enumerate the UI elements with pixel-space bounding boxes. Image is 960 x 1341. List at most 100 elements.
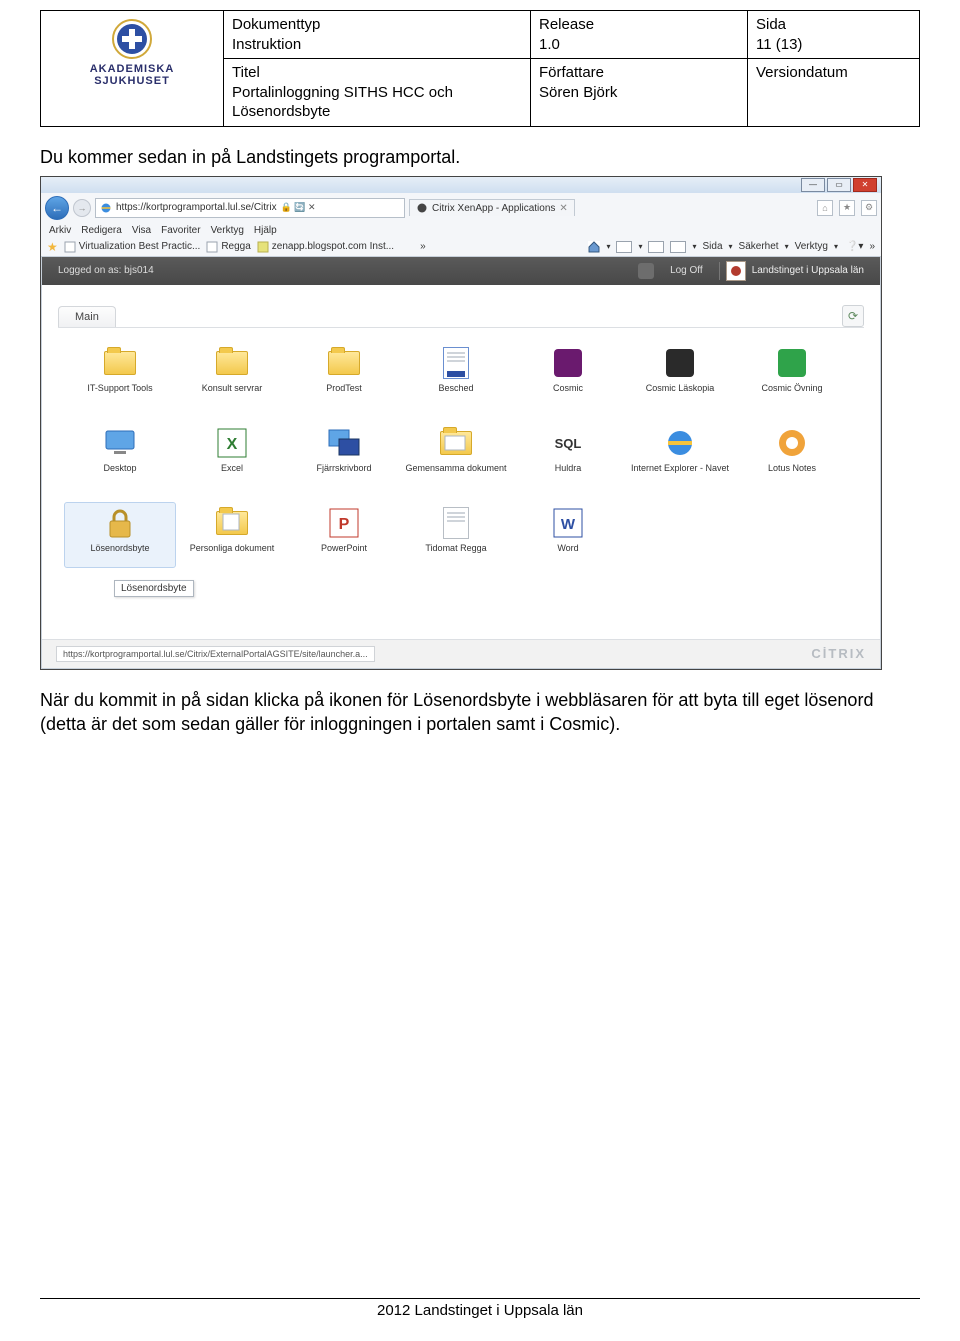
menu-favoriter[interactable]: Favoriter — [161, 225, 200, 236]
add-favorite-icon[interactable]: ★ — [47, 240, 58, 254]
menu-verktyg[interactable]: Verktyg — [211, 225, 244, 236]
app-internet-explorer-navet[interactable]: Internet Explorer - Navet — [624, 422, 736, 488]
app-label: Fjärrskrivbord — [316, 463, 371, 483]
browser-tab[interactable]: Citrix XenApp - Applications ✕ — [409, 199, 575, 216]
address-bar[interactable]: https://kortprogramportal.lul.se/Citrix … — [95, 198, 405, 218]
app-konsult-servrar[interactable]: Konsult servrar — [176, 342, 288, 408]
tools-icon[interactable]: ⚙ — [861, 200, 877, 216]
app-cosmic-l-skopia[interactable]: Cosmic Läskopia — [624, 342, 736, 408]
cosmic-dark-icon — [664, 347, 696, 379]
menu-visa[interactable]: Visa — [132, 225, 151, 236]
favorites-icon[interactable]: ★ — [839, 200, 855, 216]
app-desktop[interactable]: Desktop — [64, 422, 176, 488]
titel-cell: Titel Portalinloggning SITHS HCC och Lös… — [224, 59, 531, 127]
app-label: Word — [557, 543, 578, 563]
forfattare-cell: Författare Sören Björk — [531, 59, 748, 127]
folder-icon — [328, 347, 360, 379]
intro-paragraph: Du kommer sedan in på Landstingets progr… — [40, 147, 920, 168]
address-suffix-icons: 🔒 🔄 ✕ — [281, 202, 316, 213]
tool-sakerhet[interactable]: Säkerhet — [739, 241, 779, 252]
status-url: https://kortprogramportal.lul.se/Citrix/… — [56, 646, 375, 662]
app-label: Cosmic — [553, 383, 583, 403]
fav-item-3[interactable]: zenapp.blogspot.com Inst... — [257, 241, 394, 253]
rdp-icon — [328, 427, 360, 459]
window-close-button[interactable]: ✕ — [853, 178, 877, 192]
app-label: ProdTest — [326, 383, 362, 403]
app-besched[interactable]: Besched — [400, 342, 512, 408]
ie-icon — [664, 427, 696, 459]
logged-user: bjs014 — [124, 265, 153, 276]
versiondatum-label: Versiondatum — [756, 64, 848, 81]
app-grid: IT-Support ToolsKonsult servrar ProdTest B… — [58, 328, 864, 582]
fav-item-2[interactable]: Regga — [206, 241, 250, 253]
mail-icon[interactable] — [648, 241, 664, 253]
fav-item-label: zenapp.blogspot.com Inst... — [272, 241, 394, 252]
nav-forward-button[interactable]: → — [73, 199, 91, 217]
dokumenttyp-cell: Dokumenttyp Instruktion — [224, 11, 531, 59]
svg-text:SQL: SQL — [555, 436, 582, 451]
feeds-icon[interactable] — [616, 241, 632, 253]
sida-label: Sida — [756, 16, 786, 33]
app-l-senordsbyte[interactable]: Lösenordsbyte — [64, 502, 176, 568]
tab-main[interactable]: Main — [58, 306, 116, 327]
browser-tab-title: Citrix XenApp - Applications — [432, 203, 555, 214]
fav-item-1[interactable]: Virtualization Best Practic... — [64, 241, 201, 253]
portal-brand: Landstinget i Uppsala län — [726, 261, 864, 281]
app-excel[interactable]: XExcel — [176, 422, 288, 488]
footer-text: 2012 Landstinget i Uppsala län — [40, 1302, 920, 1319]
fav-item-label: Virtualization Best Practic... — [79, 241, 201, 252]
hospital-logo-icon — [112, 19, 152, 59]
app-tidomat-regga[interactable]: Tidomat Regga — [400, 502, 512, 568]
home-icon[interactable]: ⌂ — [817, 200, 833, 216]
app-label: PowerPoint — [321, 543, 367, 563]
refresh-button[interactable]: ⟳ — [842, 305, 864, 327]
dokumenttyp-label: Dokumenttyp — [232, 16, 320, 33]
menu-hjalp[interactable]: Hjälp — [254, 225, 277, 236]
print-icon[interactable] — [670, 241, 686, 253]
citrix-logo: CİTRIX — [811, 646, 866, 661]
app-word[interactable]: W Word — [512, 502, 624, 568]
logo-cell: AKADEMISKA SJUKHUSET — [41, 11, 224, 127]
tool-sida[interactable]: Sida — [703, 241, 723, 252]
app-personliga-dokument[interactable]: Personliga dokument — [176, 502, 288, 568]
docs-icon — [440, 427, 472, 459]
logoff-link[interactable]: Log Off — [660, 265, 713, 276]
portal-topbar: Logged on as: bjs014 Log Off Landstinget… — [42, 257, 880, 285]
menu-arkiv[interactable]: Arkiv — [49, 225, 71, 236]
doc-header-table: AKADEMISKA SJUKHUSET Dokumenttyp Instruk… — [40, 10, 920, 127]
app-prodtest[interactable]: ProdTest — [288, 342, 400, 408]
svg-text:W: W — [561, 516, 576, 533]
tool-verktyg[interactable]: Verktyg — [795, 241, 828, 252]
ppt-icon: P — [328, 507, 360, 539]
besched-icon — [440, 347, 472, 379]
window-maximize-button[interactable]: ▭ — [827, 178, 851, 192]
app-lotus-notes[interactable]: Lotus Notes — [736, 422, 848, 488]
titel-value: Portalinloggning SITHS HCC och Lösenords… — [232, 84, 453, 121]
lock-icon — [104, 507, 136, 539]
app-label: Gemensamma dokument — [405, 463, 506, 483]
folder-icon — [104, 347, 136, 379]
app-label: Personliga dokument — [190, 543, 275, 563]
nav-back-button[interactable]: ← — [45, 196, 69, 220]
app-powerpoint[interactable]: P PowerPoint — [288, 502, 400, 568]
release-label: Release — [539, 16, 594, 33]
user-avatar-icon — [638, 263, 654, 279]
app-label: Cosmic Läskopia — [646, 383, 715, 403]
menu-redigera[interactable]: Redigera — [81, 225, 122, 236]
home-icon[interactable] — [588, 241, 600, 253]
app-huldra[interactable]: SQLHuldra — [512, 422, 624, 488]
app-label: Cosmic Övning — [761, 383, 822, 403]
versiondatum-cell: Versiondatum — [748, 59, 920, 127]
lotus-icon — [776, 427, 808, 459]
tab-close-icon[interactable]: ✕ — [559, 203, 567, 214]
status-bar: https://kortprogramportal.lul.se/Citrix/… — [42, 639, 880, 668]
app-cosmic[interactable]: Cosmic — [512, 342, 624, 408]
app-label: Lösenordsbyte — [90, 543, 149, 563]
app-cosmic-vning[interactable]: Cosmic Övning — [736, 342, 848, 408]
app-fj-rrskrivbord[interactable]: Fjärrskrivbord — [288, 422, 400, 488]
window-minimize-button[interactable]: — — [801, 178, 825, 192]
app-label: Tidomat Regga — [425, 543, 486, 563]
app-gemensamma-dokument[interactable]: Gemensamma dokument — [400, 422, 512, 488]
app-it-support-tools[interactable]: IT-Support Tools — [64, 342, 176, 408]
tidomat-icon — [440, 507, 472, 539]
